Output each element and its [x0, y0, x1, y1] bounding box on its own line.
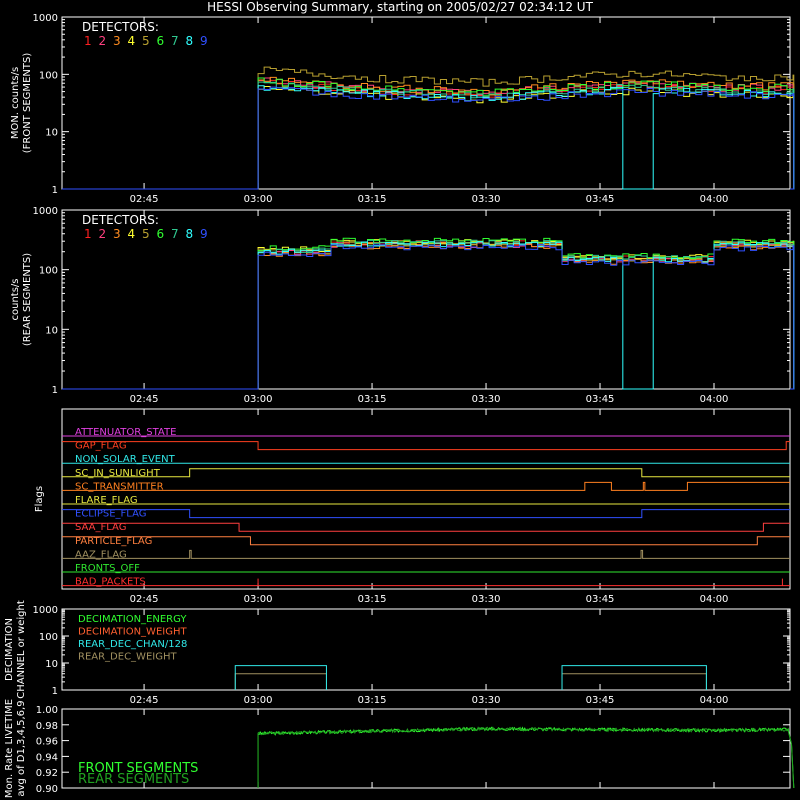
rear-legend-number: 8: [186, 227, 194, 241]
rear-legend-number: 6: [157, 227, 165, 241]
rear-legend-number: 4: [128, 227, 136, 241]
flag-line: [62, 522, 790, 532]
decimation-ylabel-2: CHANNEL or weight: [16, 600, 27, 699]
rear-ytick-label: 100: [39, 266, 58, 277]
flag-line: [62, 536, 790, 546]
front-xtick-label: 02:45: [130, 194, 159, 205]
flag-label: ECLIPSE_FLAG: [75, 509, 146, 520]
front-legend-number: 2: [99, 34, 107, 48]
flag-label: SAA_FLAG: [75, 522, 126, 533]
flags-xtick-label: 03:30: [472, 594, 501, 605]
front-ytick-label: 100: [39, 70, 58, 81]
livetime-ylabel-2: avg of D1,3,4,5,6,9: [16, 700, 27, 796]
rear-legend-number: 1: [84, 227, 92, 241]
rear-legend-number: 9: [200, 227, 208, 241]
rear-xtick-label: 02:45: [130, 394, 159, 405]
rear-series-line-det9: [62, 244, 795, 390]
rear-ylabel: counts/s: [10, 278, 21, 320]
rear-dec-weight-line: [234, 673, 327, 690]
front-legend-number: 4: [128, 34, 136, 48]
front-series-line-det8: [62, 85, 795, 190]
flag-line: [62, 468, 790, 478]
rear-ytick-label: 1: [52, 385, 58, 396]
front-legend-number: 7: [171, 34, 179, 48]
front-xtick-label: 03:45: [586, 194, 615, 205]
livetime-legend-rear: REAR SEGMENTS: [78, 772, 189, 787]
decimation-ytick-label: 1: [52, 686, 58, 697]
observing-summary-plot: 1 10 100 1000 02:45 03:00 03:15 03:30 03:45 04:00…: [4, 13, 795, 798]
decimation-ytick-label: 100: [39, 632, 58, 643]
livetime-ytick-label: 0.98: [36, 721, 58, 732]
rear-legend-number: 5: [142, 227, 150, 241]
rear-dec-chan-line: [561, 665, 707, 690]
flags-xtick-label: 02:45: [130, 594, 159, 605]
rear-xtick-label: 03:15: [358, 394, 387, 405]
front-legend-number: 3: [113, 34, 121, 48]
rear-xtick-label: 03:00: [244, 394, 273, 405]
flags-xtick-label: 04:00: [700, 594, 729, 605]
decimation-ytick-label: 1000: [33, 605, 58, 616]
front-legend-number: 8: [186, 34, 194, 48]
front-ytick-label: 10: [45, 128, 58, 139]
rear-dec-chan-line: [234, 665, 327, 690]
livetime-line: [257, 726, 795, 789]
flag-line: [62, 441, 790, 451]
front-ytick-label: 1000: [33, 13, 58, 24]
flag-label: PARTICLE_FLAG: [75, 536, 152, 547]
decimation-ytick-label: 10: [45, 659, 58, 670]
rear-ytick-label: 1000: [33, 206, 58, 217]
rear-dec-weight-line: [561, 673, 707, 690]
front-series-line-det9: [62, 86, 795, 190]
flag-line: [62, 509, 790, 519]
front-ytick-label: 1: [52, 185, 58, 196]
front-ylabel-2: (FRONT SEGMENTS): [22, 53, 33, 154]
front-legend-number: 5: [142, 34, 150, 48]
livetime-ytick-label: 0.96: [36, 737, 58, 748]
flags-xtick-label: 03:45: [586, 594, 615, 605]
livetime-ytick-label: 1.00: [36, 705, 58, 716]
rear-xtick-label: 03:30: [472, 394, 501, 405]
livetime-ytick-label: 0.90: [36, 784, 58, 795]
flags-xtick-label: 03:00: [244, 594, 273, 605]
decimation-xtick-label: 03:15: [358, 695, 387, 706]
front-xtick-label: 03:00: [244, 194, 273, 205]
flag-line: [62, 481, 790, 491]
decimation-xtick-label: 03:45: [586, 695, 615, 706]
front-ylabel: MON. counts/s: [10, 67, 21, 139]
rear-ylabel-2: (REAR SEGMENTS): [22, 253, 33, 346]
decimation-xtick-label: 04:00: [700, 695, 729, 706]
rear-xtick-label: 04:00: [700, 394, 729, 405]
flags-ylabel: Flags: [34, 486, 45, 512]
front-legend-number: 6: [157, 34, 165, 48]
rear-series-line-det3: [62, 243, 795, 390]
front-xtick-label: 03:30: [472, 194, 501, 205]
rear-legend-title: DETECTORS:: [82, 213, 159, 227]
rear-legend-number: 7: [171, 227, 179, 241]
decimation-legend-entry: DECIMATION_WEIGHT: [78, 627, 187, 638]
decimation-legend-entry: REAR_DEC_WEIGHT: [78, 652, 177, 663]
decimation-xtick-label: 03:00: [244, 695, 273, 706]
flag-label: GAP_FLAG: [75, 441, 127, 452]
decimation-legend-entry: REAR_DEC_CHAN/128: [78, 639, 187, 650]
decimation-xtick-label: 02:45: [130, 695, 159, 706]
livetime-ytick-label: 0.92: [36, 768, 58, 779]
livetime-ylabel: Mon. Rate LIVETIME: [4, 699, 15, 798]
decimation-legend-entry: DECIMATION_ENERGY: [78, 614, 187, 625]
rear-ytick-label: 10: [45, 325, 58, 336]
front-xtick-label: 03:15: [358, 194, 387, 205]
front-xtick-label: 04:00: [700, 194, 729, 205]
front-legend-title: DETECTORS:: [82, 20, 159, 34]
front-series-line-det4: [62, 85, 795, 190]
decimation-xtick-label: 03:30: [472, 695, 501, 706]
rear-xtick-label: 03:45: [586, 394, 615, 405]
front-legend-number: 1: [84, 34, 92, 48]
livetime-ytick-label: 0.94: [36, 752, 58, 763]
livetime-line: [257, 726, 795, 789]
flags-xtick-label: 03:15: [358, 594, 387, 605]
front-legend-number: 9: [200, 34, 208, 48]
flag-line: [62, 549, 790, 559]
decimation-ylabel: DECIMATION: [4, 618, 15, 681]
rear-legend-number: 3: [113, 227, 121, 241]
rear-legend-number: 2: [99, 227, 107, 241]
